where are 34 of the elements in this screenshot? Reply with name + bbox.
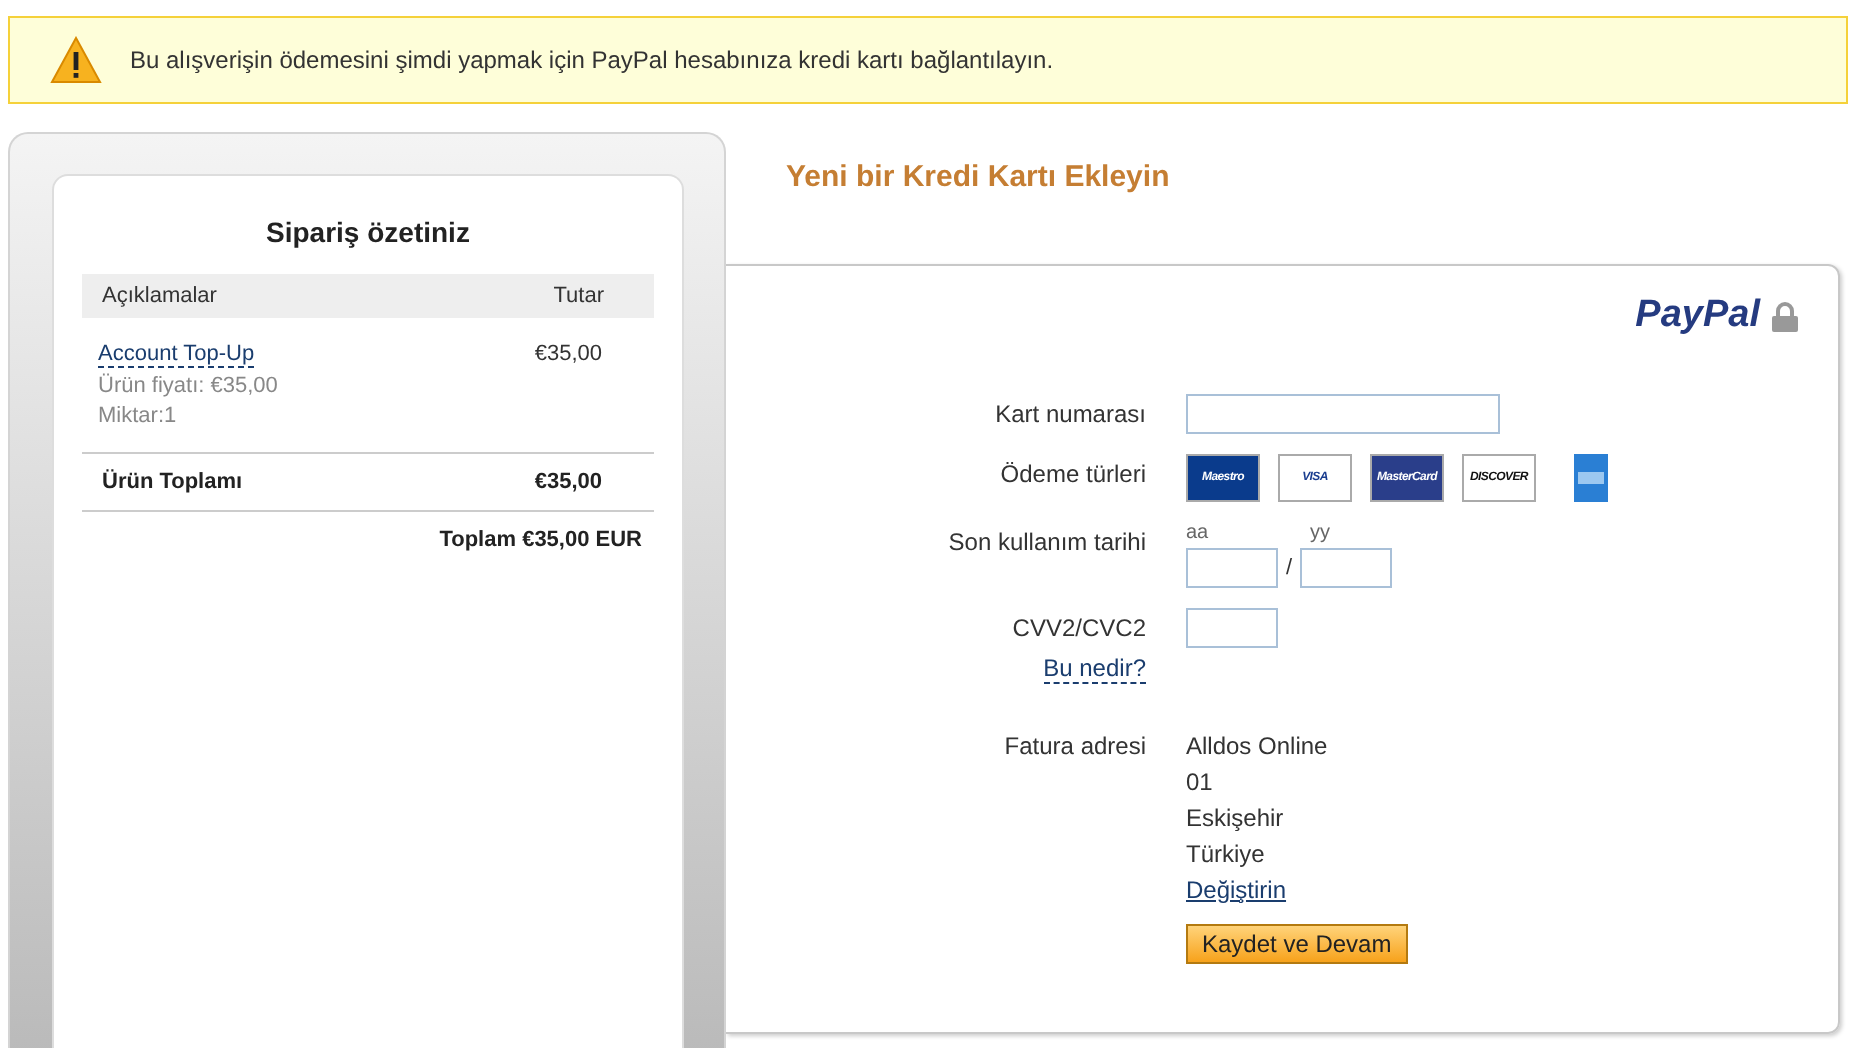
field-label: CVV2/CVC2 bbox=[1012, 614, 1146, 642]
year-label: yy bbox=[1310, 522, 1332, 544]
summary-title: Sipariş özetiniz bbox=[264, 216, 472, 248]
column-header: Tutar bbox=[553, 284, 604, 308]
cvv-field[interactable] bbox=[1186, 608, 1278, 648]
order-total: Toplam €35,00 EUR bbox=[437, 526, 644, 556]
month-field[interactable] bbox=[1186, 548, 1278, 588]
address-line: 01 bbox=[1186, 768, 1213, 796]
field-label: Kart numarası bbox=[995, 400, 1146, 428]
field-label: Son kullanım tarihi bbox=[948, 528, 1146, 556]
address-line: Alldos Online bbox=[1186, 732, 1328, 760]
change-link[interactable]: Değiştirin bbox=[1186, 876, 1287, 904]
alert-text: Bu alışverişin ödemesini şimdi yapmak için PayPal hesabınıza kredi kartı bağlantılayın. bbox=[130, 46, 1054, 74]
item-amount: €35,00 bbox=[534, 342, 602, 370]
field-label: Ödeme türleri bbox=[1000, 460, 1146, 488]
column-header: Açıklamalar bbox=[102, 284, 217, 308]
item-link[interactable]: Account Top-Up bbox=[98, 342, 255, 368]
help-link[interactable]: Bu nedir? bbox=[1043, 654, 1146, 684]
warning-icon bbox=[50, 36, 102, 84]
address-line: Eskişehir bbox=[1186, 804, 1284, 832]
paypal-logo: PayPal bbox=[1635, 294, 1760, 338]
form-heading: Yeni bir Kredi Kartı Ekleyin bbox=[786, 160, 1172, 198]
month-label: aa bbox=[1186, 522, 1211, 544]
lock-icon bbox=[1772, 301, 1798, 331]
year-field[interactable] bbox=[1300, 548, 1393, 588]
subtotal-amount: €35,00 bbox=[534, 470, 602, 494]
unit-price: Ürün fiyatı: €35,00 bbox=[98, 374, 278, 398]
field-label: Fatura adresi bbox=[1004, 732, 1146, 760]
save-continue-button[interactable]: Kaydet ve Devam bbox=[1186, 924, 1408, 964]
card-number-field[interactable] bbox=[1186, 394, 1500, 434]
address-line: Türkiye bbox=[1186, 840, 1265, 868]
quantity: Miktar:1 bbox=[98, 404, 177, 428]
subtotal-label: Ürün Toplamı bbox=[102, 470, 243, 494]
date-separator: / bbox=[1286, 556, 1293, 580]
